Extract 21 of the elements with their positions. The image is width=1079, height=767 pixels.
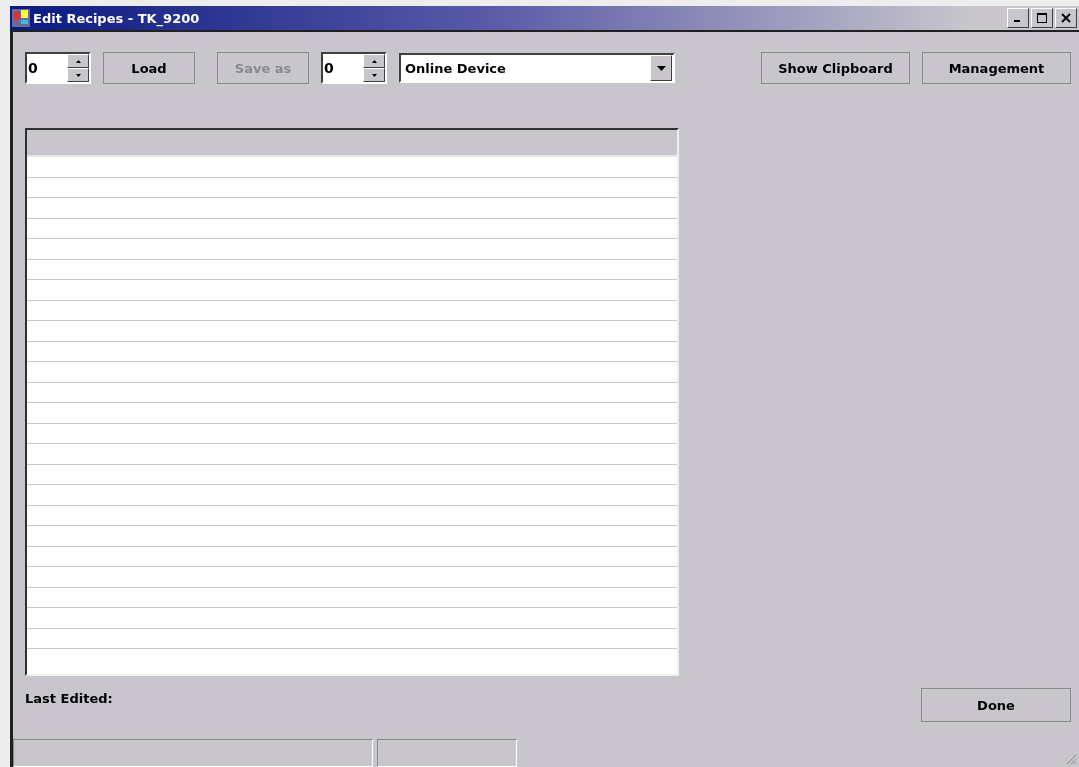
show-clipboard-button[interactable]: Show Clipboard [761, 52, 910, 84]
number-spinner[interactable]: 0 [25, 52, 91, 84]
management-button[interactable]: Management [922, 52, 1071, 84]
maximize-icon [1037, 13, 1047, 23]
up-arrow-icon[interactable] [371, 59, 377, 63]
down-arrow-icon[interactable] [75, 73, 81, 77]
window-title: Edit Recipes - TK_9200 [33, 10, 200, 26]
done-button[interactable]: Done [921, 688, 1071, 722]
app-icon [12, 9, 30, 27]
close-icon [1061, 13, 1071, 23]
close-button[interactable] [1055, 8, 1077, 28]
dropdown-arrow-icon[interactable] [656, 65, 666, 71]
number-spinner[interactable]: 0 [321, 52, 387, 84]
device-dropdown[interactable]: Online Device [399, 53, 675, 83]
up-arrow-icon[interactable] [75, 59, 81, 63]
load-button[interactable]: Load [103, 52, 195, 84]
minimize-button[interactable] [1007, 8, 1029, 28]
down-arrow-icon[interactable] [371, 73, 377, 77]
last-edited-label: Last Edited: [25, 690, 113, 706]
maximize-button[interactable] [1031, 8, 1053, 28]
resize-grip-icon[interactable] [1065, 753, 1077, 765]
